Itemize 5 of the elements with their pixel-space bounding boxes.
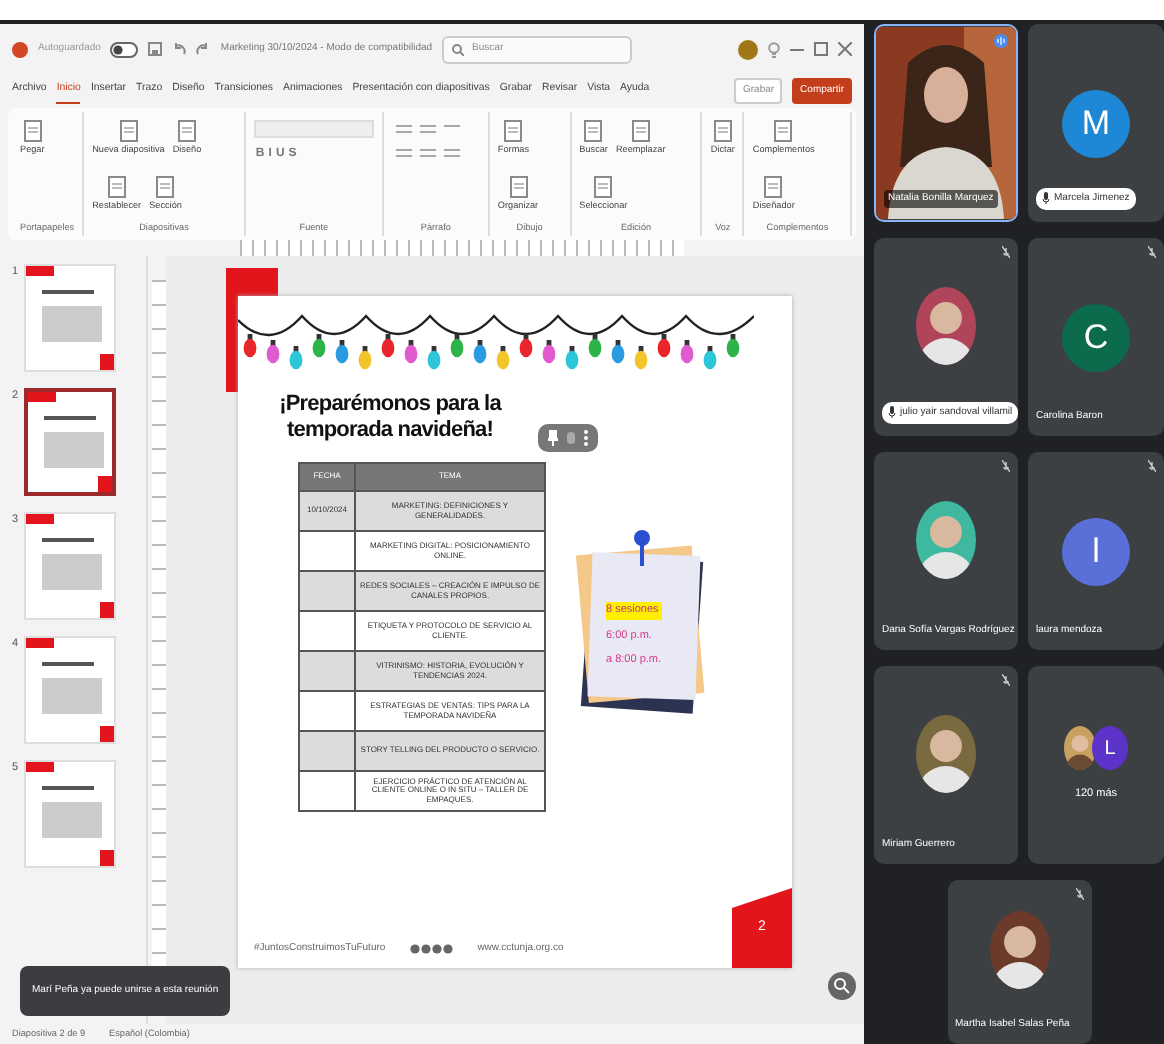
avatar: M xyxy=(1062,89,1130,157)
avatar: L xyxy=(1092,726,1128,771)
slide-title: ¡Preparémonos para la temporada navideña! xyxy=(277,392,504,443)
avatar: l xyxy=(1062,517,1130,585)
avatar: C xyxy=(1062,303,1130,371)
